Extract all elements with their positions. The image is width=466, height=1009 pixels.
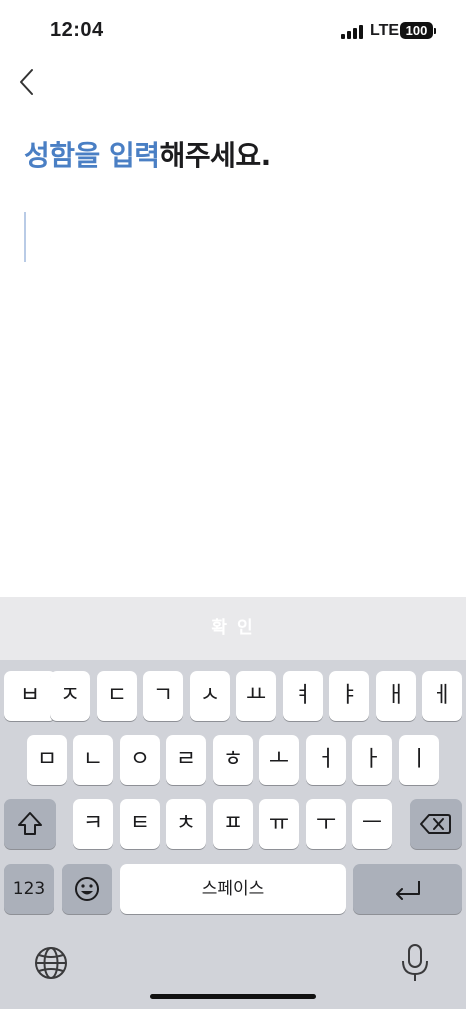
home-indicator[interactable] <box>150 994 316 999</box>
shift-key[interactable] <box>4 799 56 849</box>
key[interactable]: ㅍ <box>213 799 253 849</box>
key[interactable]: ㅅ <box>190 671 230 721</box>
emoji-key[interactable] <box>62 864 112 914</box>
key[interactable]: ㅔ <box>422 671 462 721</box>
return-icon <box>396 881 420 900</box>
key[interactable]: ㅣ <box>399 735 439 785</box>
name-input[interactable] <box>22 208 442 268</box>
globe-button[interactable] <box>30 942 72 984</box>
globe-icon <box>35 947 67 979</box>
key[interactable]: ㅌ <box>120 799 160 849</box>
page-title-accent: 성함을 입력 <box>24 139 160 172</box>
key[interactable]: ㄴ <box>73 735 113 785</box>
key[interactable]: ㄱ <box>143 671 183 721</box>
key[interactable]: ㅜ <box>306 799 346 849</box>
emoji-icon <box>75 877 99 901</box>
key[interactable]: ㅡ <box>352 799 392 849</box>
text-cursor <box>24 212 26 262</box>
back-button[interactable] <box>14 64 46 100</box>
key[interactable]: ㅗ <box>259 735 299 785</box>
key[interactable]: ㅊ <box>166 799 206 849</box>
return-key[interactable] <box>353 864 462 914</box>
shift-icon <box>18 812 42 835</box>
page-title-rest: 해주세요. <box>159 139 272 172</box>
battery-icon: 100 <box>400 22 433 39</box>
key[interactable]: ㅠ <box>259 799 299 849</box>
confirm-button[interactable]: 확 인 <box>0 597 466 660</box>
numbers-key[interactable]: 123 <box>4 864 54 914</box>
key[interactable]: ㅂ <box>4 671 56 721</box>
key[interactable]: ㅎ <box>213 735 253 785</box>
key[interactable]: ㅏ <box>352 735 392 785</box>
key[interactable]: ㅋ <box>73 799 113 849</box>
key[interactable]: ㄹ <box>166 735 206 785</box>
key[interactable]: ㅛ <box>236 671 276 721</box>
network-type: LTE <box>370 22 400 39</box>
battery-tip <box>434 28 436 34</box>
page-title: 성함을 입력해주세요. <box>24 134 271 174</box>
microphone-icon <box>402 944 428 981</box>
delete-icon <box>420 814 451 834</box>
space-key[interactable]: 스페이스 <box>120 864 346 914</box>
key[interactable]: ㅁ <box>27 735 67 785</box>
status-time: 12:04 <box>50 19 104 41</box>
delete-key[interactable] <box>410 799 462 849</box>
key[interactable]: ㄷ <box>97 671 137 721</box>
keyboard: ㅂ ㅈ ㄷ ㄱ ㅅ ㅛ ㅕ ㅑ ㅐ ㅔ ㅁ ㄴ ㅇ ㄹ ㅎ ㅗ ㅓ ㅏ ㅣ ㅋ … <box>0 660 466 1009</box>
status-bar: 12:04 LTE 100 <box>0 0 466 62</box>
key[interactable]: ㅕ <box>283 671 323 721</box>
key[interactable]: ㅐ <box>376 671 416 721</box>
key[interactable]: ㅑ <box>329 671 369 721</box>
key[interactable]: ㅇ <box>120 735 160 785</box>
cellular-signal-icon <box>341 24 363 39</box>
key[interactable]: ㅓ <box>306 735 346 785</box>
chevron-left-icon <box>20 69 33 95</box>
key[interactable]: ㅈ <box>50 671 90 721</box>
dictation-button[interactable] <box>396 940 434 986</box>
